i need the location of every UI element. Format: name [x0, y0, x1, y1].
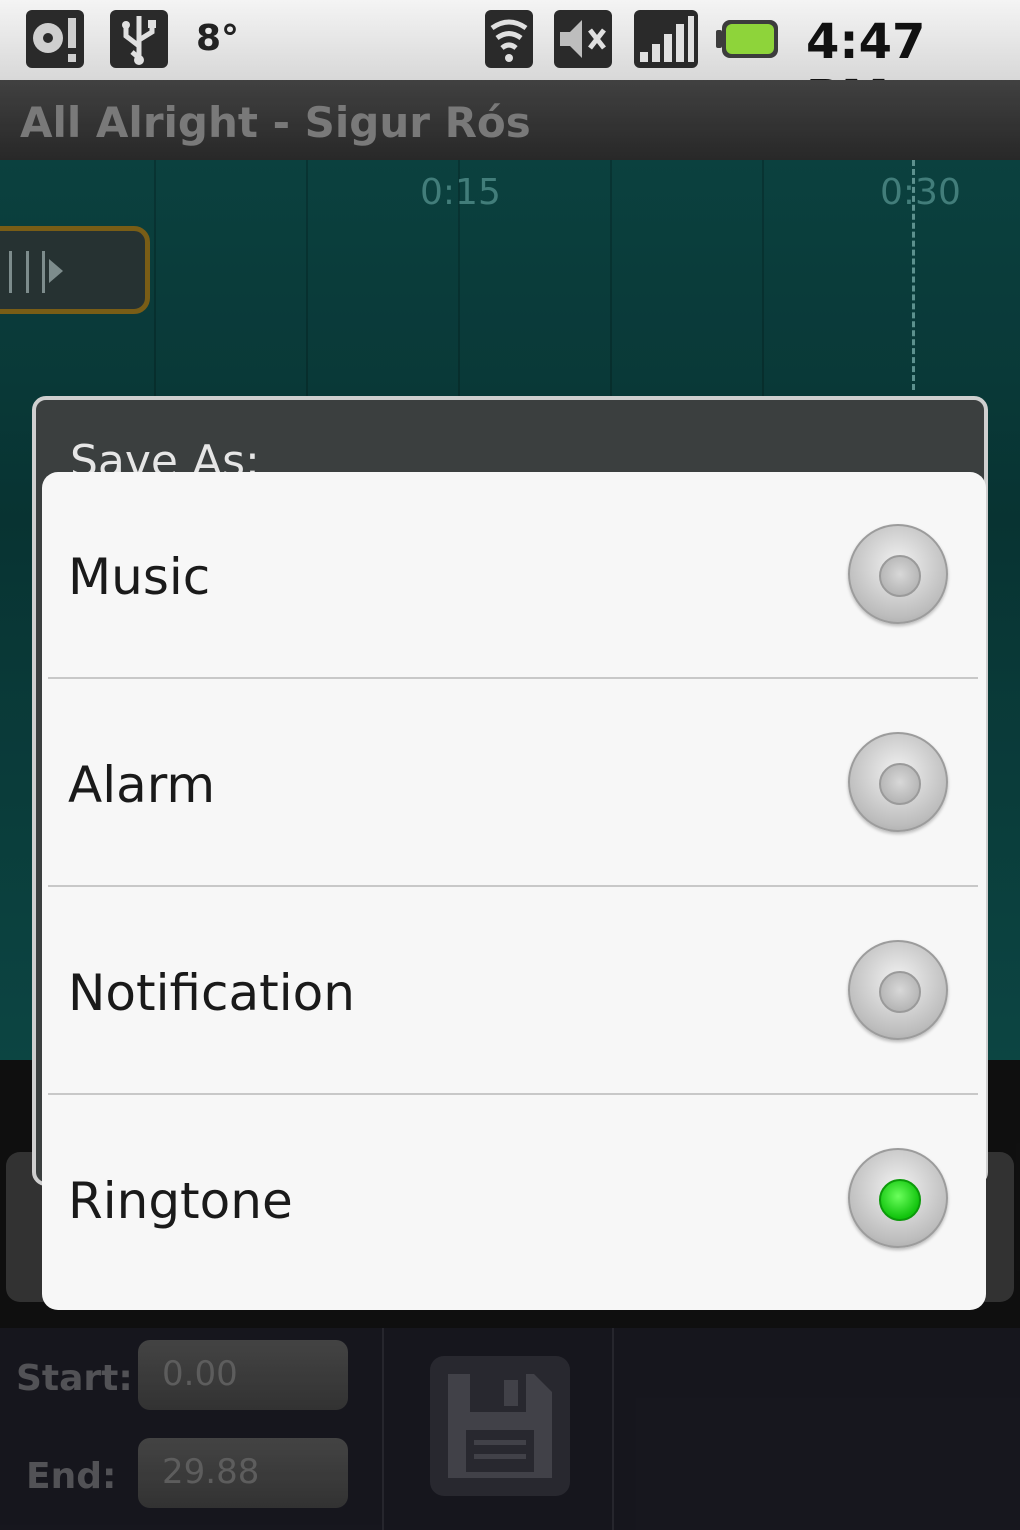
option-label: Ringtone [68, 1172, 293, 1230]
save-type-list: Music Alarm Notification Ringtone [42, 472, 986, 1310]
mute-icon [554, 10, 612, 68]
radio-button-selected[interactable] [848, 1148, 948, 1248]
list-item-alarm[interactable]: Alarm [42, 680, 986, 887]
list-item-notification[interactable]: Notification [42, 888, 986, 1095]
battery-icon [716, 20, 778, 58]
temperature-text: 8° [196, 18, 240, 59]
list-item-music[interactable]: Music [42, 472, 986, 679]
option-label: Music [68, 548, 211, 606]
usb-icon [110, 10, 168, 68]
option-label: Alarm [68, 756, 216, 814]
radio-button[interactable] [848, 524, 948, 624]
list-item-ringtone[interactable]: Ringtone [42, 1096, 986, 1303]
option-label: Notification [68, 964, 355, 1022]
radio-button[interactable] [848, 732, 948, 832]
sd-card-alert-icon [26, 10, 84, 68]
signal-icon [634, 10, 698, 68]
status-bar: 8° 4:47 PM [0, 0, 1020, 126]
radio-button[interactable] [848, 940, 948, 1040]
wifi-icon [485, 10, 533, 68]
